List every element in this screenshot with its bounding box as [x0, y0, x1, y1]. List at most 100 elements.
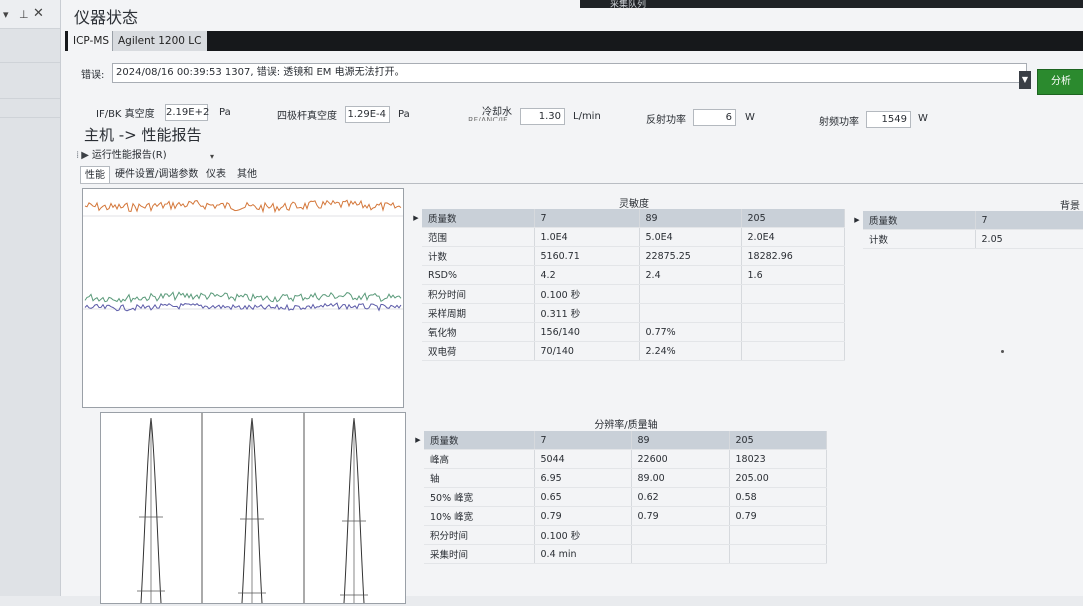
table-cell: 7 — [975, 211, 1083, 230]
table-row[interactable]: 计数 2.05 — [851, 229, 1083, 249]
reflected-power-value: 6 — [693, 109, 736, 126]
trace-mass-7-line — [84, 199, 402, 214]
sensitivity-title: 灵敏度 — [619, 199, 649, 210]
table-cell: 积分时间 — [422, 284, 535, 304]
table-cell: 质量数 — [424, 431, 535, 450]
table-cell: 7 — [534, 431, 632, 450]
ifbk-vacuum-value: 2.19E+2 — [165, 104, 209, 121]
dock-divider — [0, 62, 60, 63]
analyze-button[interactable]: 分析 — [1037, 69, 1083, 95]
close-icon[interactable]: ✕ — [33, 6, 44, 21]
small-dropdown-icon[interactable]: ▾ — [210, 152, 214, 161]
error-dropdown-button[interactable]: ▼ — [1019, 71, 1031, 89]
table-cell: 0.79 — [631, 506, 730, 526]
tab-meters[interactable]: 仪表 — [202, 166, 230, 183]
table-cell — [741, 341, 845, 361]
table-cell: 0.311 秒 — [534, 303, 640, 323]
table-row[interactable]: 计数 5160.71 22875.25 18282.96 — [410, 246, 845, 266]
table-cell: 156/140 — [534, 322, 640, 342]
table-cell: 2.4 — [639, 265, 742, 285]
ifbk-vacuum-label: IF/BK 真空度 — [96, 109, 155, 120]
table-row[interactable]: 10% 峰宽 0.79 0.79 0.79 — [412, 506, 827, 526]
table-cell: 205 — [741, 209, 845, 228]
row-pointer-icon: ▶ — [851, 211, 863, 230]
rf-power-value: 1549 — [866, 111, 911, 128]
table-cell — [741, 303, 845, 323]
table-row[interactable]: ▶ 质量数 7 — [851, 211, 1083, 230]
stability-plot-svg — [83, 199, 403, 312]
table-cell: 0.79 — [534, 506, 632, 526]
resolution-title: 分辨率/质量轴 — [594, 420, 658, 431]
background-table: ▶ 质量数 7 计数 2.05 — [851, 211, 1083, 249]
tab-other[interactable]: 其他 — [233, 166, 261, 183]
instrument-tab-strip — [65, 31, 1083, 51]
table-cell: 70/140 — [534, 341, 640, 361]
tab-performance[interactable]: 性能 — [80, 166, 110, 184]
quad-vacuum-label: 四极杆真空度 — [277, 111, 337, 122]
reflected-power-label: 反射功率 — [646, 115, 686, 126]
subtab-divider — [80, 183, 1083, 184]
tab-agilent-lc[interactable]: Agilent 1200 LC — [112, 31, 207, 51]
rf-power-label: 射频功率 — [819, 117, 859, 128]
table-row[interactable]: 积分时间 0.100 秒 — [410, 284, 845, 304]
table-cell: 5160.71 — [534, 246, 640, 266]
table-cell: 计数 — [863, 229, 976, 249]
pin-icon[interactable]: ⊥ — [19, 8, 29, 21]
table-cell — [639, 303, 742, 323]
table-cell: 10% 峰宽 — [424, 506, 535, 526]
left-dock-panel: ▾ ⊥ ✕ — [0, 0, 61, 596]
table-cell: 205 — [729, 431, 827, 450]
table-row[interactable]: 双电荷 70/140 2.24% — [410, 341, 845, 361]
table-row[interactable]: 50% 峰宽 0.65 0.62 0.58 — [412, 487, 827, 507]
dock-menu-icon[interactable]: ▾ — [3, 8, 9, 21]
resolution-table: ▶ 质量数 7 89 205 峰高 5044 22600 18023 轴 6.95 89.00 20… — [412, 431, 827, 564]
tab-hardware-tune[interactable]: 硬件设置/调谐参数 — [111, 166, 202, 183]
table-cell: 0.100 秒 — [534, 525, 632, 545]
table-row[interactable]: 峰高 5044 22600 18023 — [412, 449, 827, 469]
peak-plots-svg — [137, 413, 368, 604]
table-cell: 0.62 — [631, 487, 730, 507]
run-report-button[interactable]: ⁞ ▶ 运行性能报告(R) — [76, 146, 167, 161]
table-row[interactable]: 范围 1.0E4 5.0E4 2.0E4 — [410, 227, 845, 247]
quad-vacuum-unit: Pa — [398, 109, 410, 120]
resize-dot — [1001, 350, 1004, 353]
table-cell — [631, 525, 730, 545]
table-cell: 质量数 — [422, 209, 535, 228]
table-cell: 轴 — [424, 468, 535, 488]
table-cell: 89 — [631, 431, 730, 450]
grip-icon: ⁞ — [76, 150, 80, 161]
table-row[interactable]: 轴 6.95 89.00 205.00 — [412, 468, 827, 488]
table-cell: RSD% — [422, 265, 535, 285]
top-title-strip — [580, 0, 1083, 8]
peak-plot-panel — [100, 412, 406, 604]
run-report-label: 运行性能报告(R) — [91, 150, 167, 161]
chevron-down-icon: ▼ — [1021, 75, 1029, 84]
table-cell: 采集时间 — [424, 544, 535, 564]
table-cell: 范围 — [422, 227, 535, 247]
quad-vacuum-value: 1.29E-4 — [345, 106, 390, 123]
table-row[interactable]: ▶ 质量数 7 89 205 — [410, 209, 845, 228]
table-cell: 2.05 — [975, 229, 1083, 249]
table-row[interactable]: ▶ 质量数 7 89 205 — [412, 431, 827, 450]
table-cell: 采样周期 — [422, 303, 535, 323]
table-cell: 氧化物 — [422, 322, 535, 342]
error-message-field[interactable]: 2024/08/16 00:39:53 1307, 错误: 透镜和 EM 电源无… — [112, 63, 1027, 83]
table-cell: 0.65 — [534, 487, 632, 507]
table-cell: 7 — [534, 209, 640, 228]
table-cell: 1.6 — [741, 265, 845, 285]
dock-divider — [0, 98, 60, 99]
table-cell: 6.95 — [534, 468, 632, 488]
table-cell — [729, 525, 827, 545]
table-cell: 2.0E4 — [741, 227, 845, 247]
table-cell: 双电荷 — [422, 341, 535, 361]
table-row[interactable]: RSD% 4.2 2.4 1.6 — [410, 265, 845, 285]
table-cell: 0.58 — [729, 487, 827, 507]
table-row[interactable]: 积分时间 0.100 秒 — [412, 525, 827, 545]
dock-divider — [0, 117, 60, 118]
table-row[interactable]: 采集时间 0.4 min — [412, 544, 827, 564]
table-row[interactable]: 氧化物 156/140 0.77% — [410, 322, 845, 342]
table-cell: 50% 峰宽 — [424, 487, 535, 507]
table-row[interactable]: 采样周期 0.311 秒 — [410, 303, 845, 323]
tab-icp-ms[interactable]: ICP-MS — [68, 31, 115, 51]
row-pointer-icon: ▶ — [410, 209, 422, 228]
